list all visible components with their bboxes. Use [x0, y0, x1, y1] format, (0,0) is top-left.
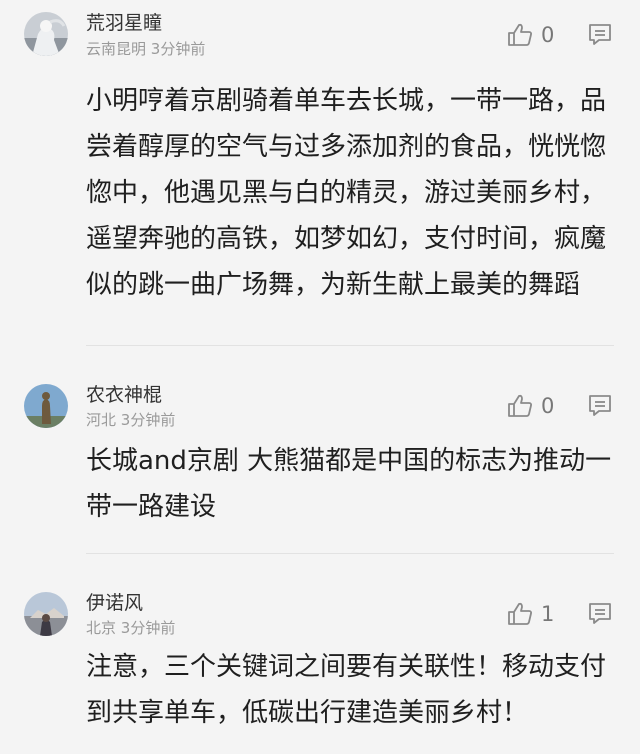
thumbs-up-icon — [508, 602, 532, 625]
avatar[interactable] — [24, 592, 68, 636]
comment-bubble-icon — [589, 24, 611, 45]
avatar-image — [24, 384, 68, 428]
like-count: 1 — [541, 602, 555, 626]
comment-text: 小明哼着京剧骑着单车去长城，一带一路，品尝着醇厚的空气与过多添加剂的食品，恍恍惚… — [86, 86, 607, 300]
username[interactable]: 伊诺风 — [86, 588, 143, 615]
reply-button[interactable] — [586, 599, 614, 627]
timestamp: 3分钟前 — [120, 619, 176, 637]
avatar[interactable] — [24, 12, 68, 56]
comment-item: 荒羽星瞳 云南昆明 3分钟前 0 小明哼着京剧骑着单车去长城，一带一路，品尝着醇… — [0, 0, 640, 346]
avatar[interactable] — [24, 384, 68, 428]
comment-text: 长城and京剧 大熊猫都是中国的标志为推动一带一路建设 — [86, 446, 612, 522]
comment-bubble-icon — [589, 603, 611, 624]
like-button[interactable]: 0 — [506, 391, 554, 421]
comment-meta: 云南昆明 3分钟前 — [86, 38, 205, 59]
reply-button[interactable] — [586, 20, 614, 48]
like-count: 0 — [541, 23, 555, 47]
username[interactable]: 荒羽星瞳 — [86, 8, 162, 35]
comment-meta: 河北 3分钟前 — [86, 409, 175, 430]
comment-bubble-icon — [589, 395, 611, 416]
like-button[interactable]: 1 — [506, 599, 554, 629]
timestamp: 3分钟前 — [120, 411, 176, 429]
location: 云南昆明 — [86, 40, 147, 58]
avatar-image — [24, 592, 68, 636]
comment-item: 伊诺风 北京 3分钟前 1 注意，三个关键词之间要有关联性！移动支付到共享单车，… — [0, 554, 640, 754]
comment-item: 农衣神棍 河北 3分钟前 0 长城and京剧 大熊猫都是中国的标志为推动一带一路… — [0, 346, 640, 554]
location: 河北 — [86, 411, 117, 429]
timestamp: 3分钟前 — [150, 40, 206, 58]
thumbs-up-icon — [508, 23, 532, 46]
thumbs-up-icon — [508, 394, 532, 417]
username[interactable]: 农衣神棍 — [86, 380, 162, 407]
location: 北京 — [86, 619, 117, 637]
comment-meta: 北京 3分钟前 — [86, 617, 175, 638]
avatar-image — [24, 12, 68, 56]
like-count: 0 — [541, 394, 555, 418]
reply-button[interactable] — [586, 391, 614, 419]
comment-text: 注意，三个关键词之间要有关联性！移动支付到共享单车，低碳出行建造美丽乡村！ — [86, 652, 607, 728]
like-button[interactable]: 0 — [506, 20, 554, 50]
